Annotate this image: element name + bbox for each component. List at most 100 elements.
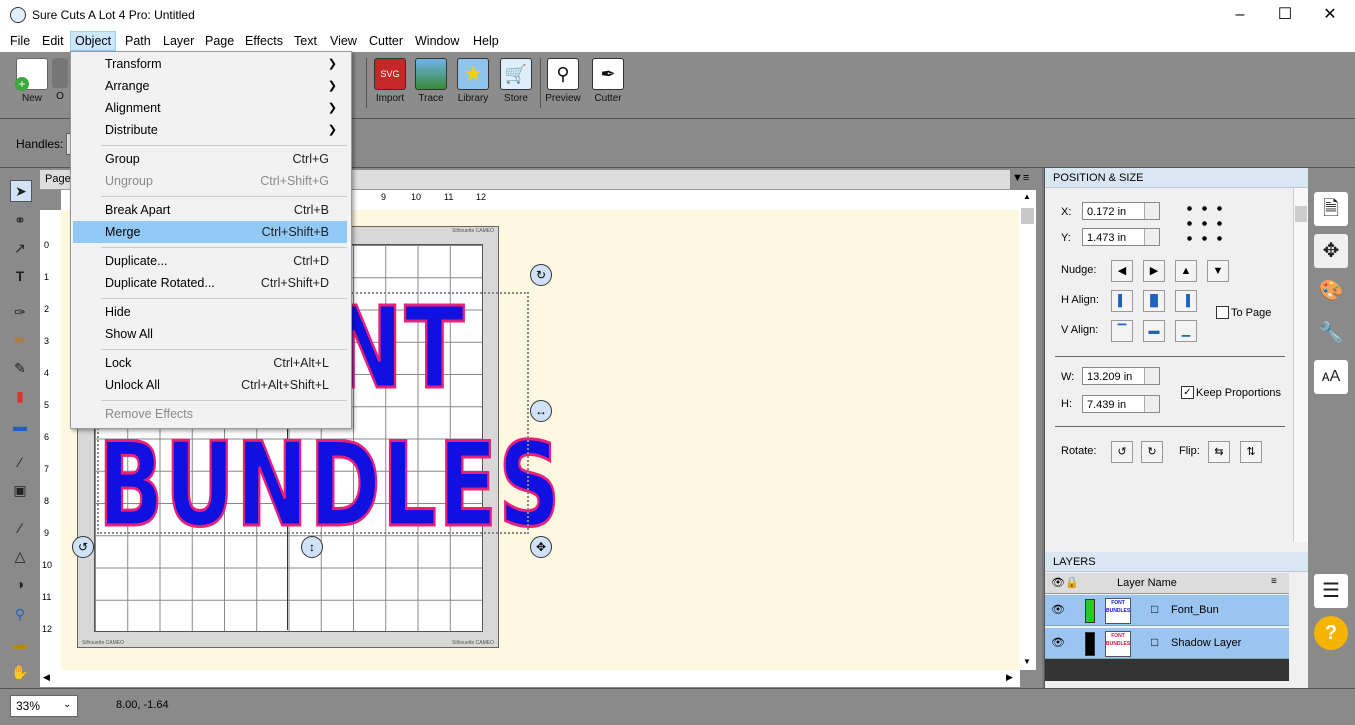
scroll-down-icon[interactable]: ▼ <box>1023 657 1031 666</box>
nudge-up-icon[interactable]: ▲ <box>1175 260 1197 282</box>
keep-proportions-checkbox[interactable]: ✓ <box>1181 386 1194 399</box>
nudge-left-icon[interactable]: ◀ <box>1111 260 1133 282</box>
height-field[interactable]: 7.439 in <box>1082 395 1160 413</box>
nudge-right-icon[interactable]: ▶ <box>1143 260 1165 282</box>
menu-item-arrange[interactable]: Arrange ❯ <box>73 75 347 97</box>
menu-cutter[interactable]: Cutter <box>365 33 407 49</box>
trace-button[interactable]: Trace <box>411 58 451 104</box>
rotate-handle-icon[interactable]: ↻ <box>530 264 552 286</box>
close-button[interactable]: ✕ <box>1307 0 1353 30</box>
scroll-thumb[interactable] <box>1295 206 1307 222</box>
rotate-handle-icon[interactable]: ↺ <box>72 536 94 558</box>
gradient-icon[interactable]: ▣ <box>10 480 30 500</box>
hand-pan-icon[interactable]: ✋ <box>10 662 30 682</box>
open-button[interactable]: O <box>52 58 68 102</box>
contrast-icon[interactable]: ◑ <box>10 574 30 594</box>
brush-icon[interactable]: ✎ <box>10 358 30 378</box>
scroll-right-icon[interactable]: ▶ <box>1006 672 1013 683</box>
ruler-icon[interactable]: ▬ <box>10 634 30 654</box>
lasso-icon[interactable]: ⚭ <box>10 210 30 230</box>
layers-icon[interactable]: ☰ <box>1314 574 1348 608</box>
move-arrows-icon[interactable]: ✥ <box>1314 234 1348 268</box>
eyedropper-icon[interactable]: ⁄ <box>10 452 30 472</box>
rotate-right-icon[interactable]: ↻ <box>1141 441 1163 463</box>
text-size-icon[interactable]: ᴀA <box>1314 360 1348 394</box>
wrench-icon[interactable]: 🔧 <box>1314 316 1348 350</box>
resize-vertical-handle-icon[interactable]: ↕ <box>301 536 323 558</box>
align-right-icon[interactable]: ▐ <box>1175 290 1197 312</box>
zoom-icon[interactable]: ⚲ <box>10 604 30 624</box>
flip-vertical-icon[interactable]: ⇅ <box>1240 441 1262 463</box>
width-field[interactable]: 13.209 in <box>1082 367 1160 385</box>
menu-item-alignment[interactable]: Alignment ❯ <box>73 97 347 119</box>
resize-horizontal-handle-icon[interactable]: ↔ <box>530 400 552 422</box>
scroll-thumb[interactable] <box>1021 208 1034 224</box>
align-middle-v-icon[interactable]: ▬ <box>1143 320 1165 342</box>
zoom-select[interactable]: 33% ⌄ <box>10 695 78 717</box>
canvas-horizontal-scrollbar[interactable]: ◀ ▶ <box>40 670 1020 687</box>
align-bottom-icon[interactable]: ▁ <box>1175 320 1197 342</box>
library-button[interactable]: ★ Library <box>453 58 493 104</box>
text-tool-icon[interactable]: T <box>10 266 30 286</box>
menu-file[interactable]: File <box>6 33 34 49</box>
menu-object[interactable]: Object <box>70 31 117 51</box>
menu-item-hide[interactable]: Hide <box>73 301 347 323</box>
menu-item-lock[interactable]: Lock Ctrl+Alt+L <box>73 352 347 374</box>
scroll-up-icon[interactable]: ▲ <box>1023 192 1031 201</box>
layer-row[interactable]: 👁 FONT BUNDLES □ Font_Bun <box>1045 595 1289 626</box>
rotate-left-icon[interactable]: ↺ <box>1111 441 1133 463</box>
menu-item-break-apart[interactable]: Break Apart Ctrl+B <box>73 199 347 221</box>
align-left-icon[interactable]: ▌ <box>1111 290 1133 312</box>
polygon-icon[interactable]: △ <box>10 546 30 566</box>
palette-icon[interactable]: 🎨 <box>1314 274 1348 308</box>
menu-layer[interactable]: Layer <box>159 33 198 49</box>
help-icon[interactable]: ? <box>1314 616 1348 650</box>
align-top-icon[interactable]: ▔ <box>1111 320 1133 342</box>
y-field[interactable]: 1.473 in <box>1082 228 1160 246</box>
menu-item-duplicate-rotated[interactable]: Duplicate Rotated... Ctrl+Shift+D <box>73 272 347 294</box>
menu-item-duplicate[interactable]: Duplicate... Ctrl+D <box>73 250 347 272</box>
select-arrow-icon[interactable]: ➤ <box>10 180 32 202</box>
reference-point-grid[interactable] <box>1182 201 1228 247</box>
to-page-checkbox[interactable] <box>1216 306 1229 319</box>
pen-icon[interactable]: ✑ <box>10 302 30 322</box>
layer-row[interactable]: 👁 FONT BUNDLES □ Shadow Layer <box>1045 628 1289 659</box>
preview-button[interactable]: ⚲ Preview <box>543 58 583 104</box>
menu-edit[interactable]: Edit <box>38 33 68 49</box>
nudge-down-icon[interactable]: ▼ <box>1207 260 1229 282</box>
cutter-button[interactable]: ✒ Cutter <box>588 58 628 104</box>
menu-item-show-all[interactable]: Show All <box>73 323 347 345</box>
document-icon[interactable]: 🗎 <box>1314 192 1348 226</box>
rectangle-tool-icon[interactable]: ▬ <box>10 416 30 436</box>
x-field[interactable]: 0.172 in <box>1082 202 1160 220</box>
menu-item-distribute[interactable]: Distribute ❯ <box>73 119 347 141</box>
panel-scrollbar[interactable] <box>1293 188 1308 542</box>
menu-item-merge[interactable]: Merge Ctrl+Shift+B <box>73 221 347 243</box>
menu-page[interactable]: Page <box>201 33 238 49</box>
flip-horizontal-icon[interactable]: ⇆ <box>1208 441 1230 463</box>
menu-window[interactable]: Window <box>411 33 463 49</box>
menu-item-unlock-all[interactable]: Unlock All Ctrl+Alt+Shift+L <box>73 374 347 396</box>
store-button[interactable]: 🛒 Store <box>496 58 536 104</box>
scroll-left-icon[interactable]: ◀ <box>43 672 50 683</box>
page-tab[interactable]: Page <box>45 173 71 185</box>
align-center-h-icon[interactable]: █ <box>1143 290 1165 312</box>
eye-icon[interactable]: 👁 <box>1051 636 1065 649</box>
chevron-down-icon[interactable]: ⌄ <box>63 699 71 710</box>
canvas-vertical-scrollbar[interactable]: ▲ ▼ <box>1019 190 1036 670</box>
maximize-button[interactable]: ☐ <box>1262 0 1308 30</box>
minimize-button[interactable]: – <box>1217 0 1263 30</box>
knife-icon[interactable]: ∕ <box>10 518 30 538</box>
layers-menu-icon[interactable]: ≡ <box>1271 576 1277 587</box>
eye-icon[interactable]: 👁 <box>1051 603 1065 616</box>
menu-item-group[interactable]: Group Ctrl+G <box>73 148 347 170</box>
new-button[interactable]: + New <box>12 58 52 104</box>
menu-help[interactable]: Help <box>469 33 503 49</box>
layer-color-swatch[interactable] <box>1085 599 1095 623</box>
menu-text[interactable]: Text <box>290 33 321 49</box>
menu-view[interactable]: View <box>326 33 361 49</box>
node-edit-icon[interactable]: ↗ <box>10 238 30 258</box>
resize-corner-handle-icon[interactable]: ✥ <box>530 536 552 558</box>
import-button[interactable]: SVG Import <box>370 58 410 104</box>
layer-color-swatch[interactable] <box>1085 632 1095 656</box>
